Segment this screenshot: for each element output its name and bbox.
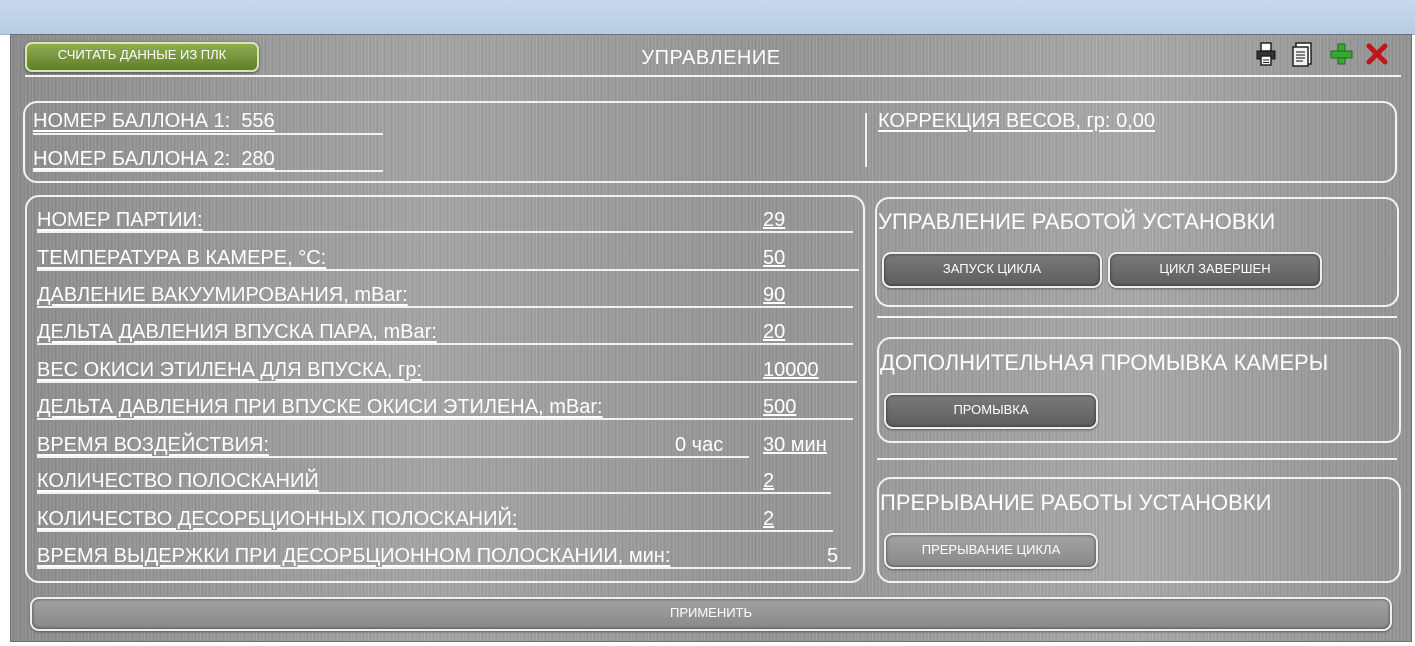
param-underline xyxy=(37,530,833,532)
cylinder1-value[interactable]: 556 xyxy=(241,110,274,132)
exposure-hours-value[interactable]: 0 час xyxy=(675,434,723,457)
param-value[interactable]: 20 xyxy=(763,321,785,344)
interrupt-cycle-button[interactable]: ПРЕРЫВАНИЕ ЦИКЛА xyxy=(884,533,1098,569)
interrupt-title: ПРЕРЫВАНИЕ РАБОТЫ УСТАНОВКИ xyxy=(880,490,1272,515)
param-underline xyxy=(37,418,853,420)
param-label: КОЛИЧЕСТВО ПОЛОСКАНИЙ xyxy=(37,470,319,492)
start-cycle-button[interactable]: ЗАПУСК ЦИКЛА xyxy=(882,252,1102,288)
param-label: ДЕЛЬТА ДАВЛЕНИЯ ВПУСКА ПАРА, mBar: xyxy=(37,321,437,343)
cylinder2-value[interactable]: 280 xyxy=(241,148,274,170)
print-icon[interactable] xyxy=(1254,41,1278,67)
header-divider xyxy=(25,75,1401,77)
cylinder2-underline xyxy=(33,170,383,172)
param-underline xyxy=(37,306,853,308)
param-value[interactable]: 5 xyxy=(827,545,838,568)
flush-title: ДОПОЛНИТЕЛЬНАЯ ПРОМЫВКА КАМЕРЫ xyxy=(880,350,1329,375)
cylinder2-label: НОМЕР БАЛЛОНА 2: 280 xyxy=(33,148,275,170)
param-underline xyxy=(37,567,851,569)
param-label: ТЕМПЕРАТУРА В КАМЕРЕ, °С: xyxy=(37,247,327,269)
param-label: ВРЕМЯ ВЫДЕРЖКИ ПРИ ДЕСОРБЦИОННОМ ПОЛОСКА… xyxy=(37,545,671,567)
control-title: УПРАВЛЕНИЕ РАБОТОЙ УСТАНОВКИ xyxy=(878,209,1276,234)
page-title: УПРАВЛЕНИЕ xyxy=(641,47,781,69)
param-label: ВЕС ОКИСИ ЭТИЛЕНА ДЛЯ ВПУСКА, гр: xyxy=(37,359,423,381)
exposure-minutes-value[interactable]: 30 мин xyxy=(763,434,827,457)
flush-button[interactable]: ПРОМЫВКА xyxy=(884,393,1098,429)
param-value[interactable]: 90 xyxy=(763,284,785,307)
apply-button[interactable]: ПРИМЕНИТЬ xyxy=(30,597,1392,631)
param-underline xyxy=(37,231,853,233)
param-underline xyxy=(37,381,857,383)
divider xyxy=(877,458,1397,460)
param-label: ДЕЛЬТА ДАВЛЕНИЯ ПРИ ВПУСКЕ ОКИСИ ЭТИЛЕНА… xyxy=(37,396,603,418)
document-icon[interactable] xyxy=(1291,41,1315,67)
divider xyxy=(877,316,1397,318)
param-underline xyxy=(37,456,749,458)
param-label: КОЛИЧЕСТВО ДЕСОРБЦИОННЫХ ПОЛОСКАНИЙ: xyxy=(37,508,518,530)
window-titlebar xyxy=(0,0,1415,35)
cylinders-divider xyxy=(865,113,867,167)
cylinder1-label: НОМЕР БАЛЛОНА 1: 556 xyxy=(33,110,275,132)
param-value[interactable]: 50 xyxy=(763,247,785,270)
param-value[interactable]: 10000 xyxy=(763,359,819,382)
param-underline xyxy=(37,492,831,494)
param-label: НОМЕР ПАРТИИ: xyxy=(37,209,203,231)
control-panel: СЧИТАТЬ ДАННЫЕ ИЗ ПЛК УПРАВЛЕНИЕ НОМЕР Б… xyxy=(10,34,1412,642)
weight-correction-value[interactable]: 0,00 xyxy=(1116,110,1155,132)
cycle-done-button[interactable]: ЦИКЛ ЗАВЕРШЕН xyxy=(1108,252,1322,288)
param-underline xyxy=(37,269,859,271)
param-value[interactable]: 29 xyxy=(763,209,785,232)
add-icon[interactable] xyxy=(1329,41,1353,67)
param-label: ДАВЛЕНИЕ ВАКУУМИРОВАНИЯ, mBar: xyxy=(37,284,408,306)
param-label: ВРЕМЯ ВОЗДЕЙСТВИЯ: xyxy=(37,434,269,456)
param-value[interactable]: 2 xyxy=(763,470,774,493)
param-underline xyxy=(37,343,853,345)
cylinder1-underline xyxy=(33,133,383,135)
close-icon[interactable] xyxy=(1365,41,1389,67)
weight-correction-label: КОРРЕКЦИЯ ВЕСОВ, гр: 0,00 xyxy=(878,110,1155,132)
read-plc-button[interactable]: СЧИТАТЬ ДАННЫЕ ИЗ ПЛК xyxy=(25,42,259,72)
param-value[interactable]: 500 xyxy=(763,396,796,419)
param-value[interactable]: 2 xyxy=(763,508,774,531)
